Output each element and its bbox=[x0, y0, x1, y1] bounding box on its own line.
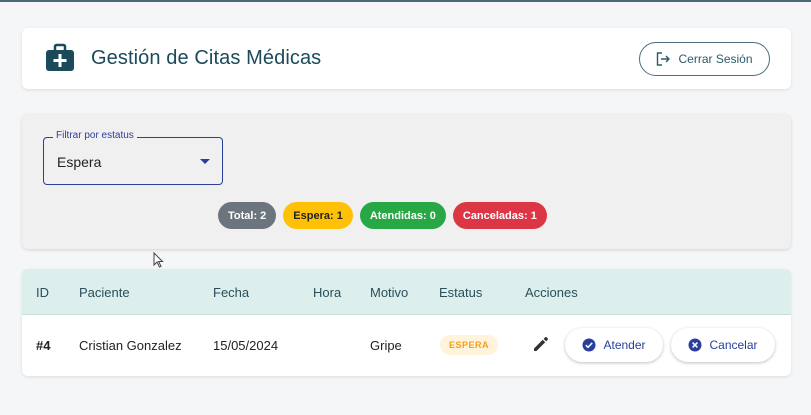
status-filter-select[interactable]: Filtrar por estatus Espera bbox=[43, 130, 223, 185]
table-row: #4 Cristian Gonzalez 15/05/2024 Gripe ES… bbox=[22, 315, 791, 376]
canceladas-badge: Canceladas: 1 bbox=[452, 202, 547, 229]
cell-paciente: Cristian Gonzalez bbox=[79, 338, 182, 353]
attend-label: Atender bbox=[603, 338, 646, 352]
top-border bbox=[0, 0, 811, 2]
pencil-icon bbox=[534, 337, 548, 351]
column-header-acciones: Acciones bbox=[525, 285, 578, 300]
status-badge: ESPERA bbox=[440, 335, 499, 355]
table-header: ID Paciente Fecha Hora Motivo Estatus Ac… bbox=[22, 269, 791, 315]
medical-kit-icon bbox=[45, 43, 75, 73]
edit-button[interactable] bbox=[531, 334, 551, 354]
cancel-button[interactable]: Cancelar bbox=[671, 328, 775, 362]
cell-motivo: Gripe bbox=[370, 338, 402, 353]
app-header: Gestión de Citas Médicas Cerrar Sesión bbox=[22, 28, 791, 89]
check-circle-icon bbox=[582, 338, 596, 352]
cell-fecha: 15/05/2024 bbox=[213, 338, 279, 353]
atendidas-badge: Atendidas: 0 bbox=[359, 202, 446, 229]
page-title: Gestión de Citas Médicas bbox=[91, 47, 322, 69]
column-header-paciente: Paciente bbox=[79, 285, 130, 300]
appointments-table: ID Paciente Fecha Hora Motivo Estatus Ac… bbox=[22, 269, 791, 376]
status-filter-value: Espera bbox=[57, 154, 102, 170]
status-summary: Total: 2 Espera: 1 Atendidas: 0 Cancelad… bbox=[218, 202, 547, 229]
logout-icon bbox=[657, 52, 671, 66]
attend-button[interactable]: Atender bbox=[565, 328, 663, 362]
cell-id: #4 bbox=[36, 338, 51, 353]
cancel-label: Cancelar bbox=[709, 338, 758, 352]
column-header-fecha: Fecha bbox=[213, 285, 250, 300]
chevron-down-icon bbox=[200, 159, 210, 164]
filter-panel: Filtrar por estatus Espera Total: 2 Espe… bbox=[22, 114, 791, 249]
total-badge: Total: 2 bbox=[218, 202, 277, 229]
logout-button[interactable]: Cerrar Sesión bbox=[639, 42, 770, 76]
column-header-estatus: Estatus bbox=[439, 285, 483, 300]
mouse-cursor-icon bbox=[153, 252, 164, 268]
x-circle-icon bbox=[688, 338, 702, 352]
status-filter-label: Filtrar por estatus bbox=[53, 130, 137, 141]
espera-badge: Espera: 1 bbox=[283, 202, 353, 229]
column-header-id: ID bbox=[36, 285, 49, 300]
column-header-motivo: Motivo bbox=[370, 285, 409, 300]
column-header-hora: Hora bbox=[313, 285, 342, 300]
logout-label: Cerrar Sesión bbox=[678, 52, 753, 66]
